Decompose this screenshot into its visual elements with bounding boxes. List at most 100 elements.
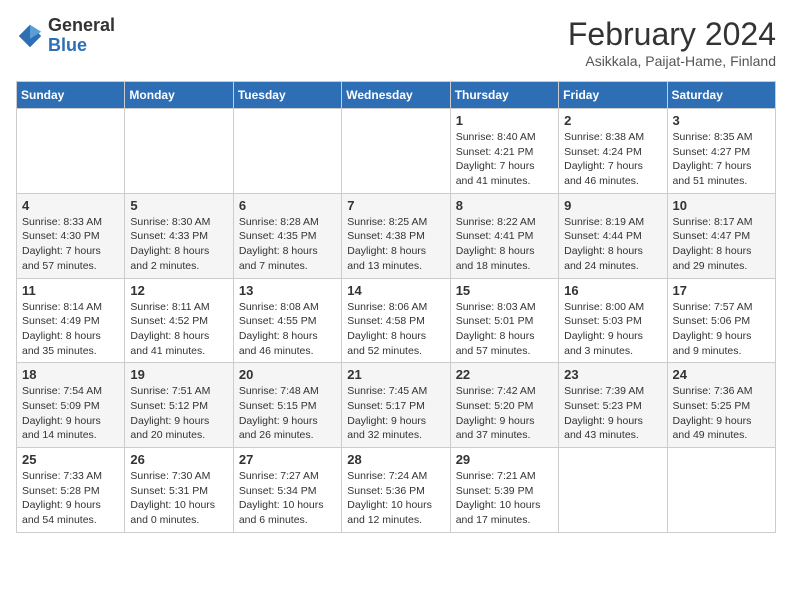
day-info: Sunrise: 7:42 AM Sunset: 5:20 PM Dayligh…	[456, 384, 553, 443]
day-info: Sunrise: 8:19 AM Sunset: 4:44 PM Dayligh…	[564, 215, 661, 274]
day-info: Sunrise: 8:11 AM Sunset: 4:52 PM Dayligh…	[130, 300, 227, 359]
calendar-cell: 4 Sunrise: 8:33 AM Sunset: 4:30 PM Daylig…	[17, 193, 125, 278]
calendar-cell: 25 Sunrise: 7:33 AM Sunset: 5:28 PM Dayli…	[17, 448, 125, 533]
calendar-cell: 17Sunrise: 7:57 AM Sunset: 5:06 PM Dayli…	[667, 278, 775, 363]
calendar-cell: 1Sunrise: 8:40 AM Sunset: 4:21 PM Daylig…	[450, 109, 558, 194]
day-number: 10	[673, 198, 770, 213]
calendar-cell: 12 Sunrise: 8:11 AM Sunset: 4:52 PM Dayli…	[125, 278, 233, 363]
day-info: Sunrise: 7:27 AM Sunset: 5:34 PM Dayligh…	[239, 469, 336, 528]
calendar-cell: 10 Sunrise: 8:17 AM Sunset: 4:47 PM Dayli…	[667, 193, 775, 278]
day-number: 15	[456, 283, 553, 298]
day-info: Sunrise: 8:33 AM Sunset: 4:30 PM Dayligh…	[22, 215, 119, 274]
day-number: 24	[673, 367, 770, 382]
calendar-cell	[667, 448, 775, 533]
calendar-cell: 8 Sunrise: 8:22 AM Sunset: 4:41 PM Daylig…	[450, 193, 558, 278]
calendar-week-row: 4 Sunrise: 8:33 AM Sunset: 4:30 PM Daylig…	[17, 193, 776, 278]
calendar-cell	[233, 109, 341, 194]
day-number: 11	[22, 283, 119, 298]
day-number: 28	[347, 452, 444, 467]
day-number: 29	[456, 452, 553, 467]
calendar-cell	[559, 448, 667, 533]
calendar-week-row: 11Sunrise: 8:14 AM Sunset: 4:49 PM Dayli…	[17, 278, 776, 363]
day-info: Sunrise: 8:25 AM Sunset: 4:38 PM Dayligh…	[347, 215, 444, 274]
calendar-week-row: 25 Sunrise: 7:33 AM Sunset: 5:28 PM Dayli…	[17, 448, 776, 533]
day-number: 5	[130, 198, 227, 213]
calendar-cell: 20Sunrise: 7:48 AM Sunset: 5:15 PM Dayli…	[233, 363, 341, 448]
calendar-week-row: 1Sunrise: 8:40 AM Sunset: 4:21 PM Daylig…	[17, 109, 776, 194]
calendar-cell: 21 Sunrise: 7:45 AM Sunset: 5:17 PM Dayli…	[342, 363, 450, 448]
day-info: Sunrise: 8:17 AM Sunset: 4:47 PM Dayligh…	[673, 215, 770, 274]
day-info: Sunrise: 7:24 AM Sunset: 5:36 PM Dayligh…	[347, 469, 444, 528]
logo-icon	[16, 22, 44, 50]
day-number: 7	[347, 198, 444, 213]
day-number: 3	[673, 113, 770, 128]
logo-general-text: General	[48, 16, 115, 36]
calendar-cell: 2 Sunrise: 8:38 AM Sunset: 4:24 PM Daylig…	[559, 109, 667, 194]
day-number: 6	[239, 198, 336, 213]
calendar-cell: 6 Sunrise: 8:28 AM Sunset: 4:35 PM Daylig…	[233, 193, 341, 278]
day-info: Sunrise: 7:33 AM Sunset: 5:28 PM Dayligh…	[22, 469, 119, 528]
month-title: February 2024	[568, 16, 776, 53]
day-number: 19	[130, 367, 227, 382]
title-block: February 2024 Asikkala, Paijat-Hame, Fin…	[568, 16, 776, 69]
day-info: Sunrise: 7:30 AM Sunset: 5:31 PM Dayligh…	[130, 469, 227, 528]
calendar-cell: 15 Sunrise: 8:03 AM Sunset: 5:01 PM Dayli…	[450, 278, 558, 363]
day-number: 21	[347, 367, 444, 382]
day-info: Sunrise: 7:45 AM Sunset: 5:17 PM Dayligh…	[347, 384, 444, 443]
day-number: 13	[239, 283, 336, 298]
day-info: Sunrise: 8:40 AM Sunset: 4:21 PM Dayligh…	[456, 130, 553, 189]
weekday-header: Friday	[559, 82, 667, 109]
calendar-cell: 29 Sunrise: 7:21 AM Sunset: 5:39 PM Dayli…	[450, 448, 558, 533]
day-info: Sunrise: 7:54 AM Sunset: 5:09 PM Dayligh…	[22, 384, 119, 443]
day-info: Sunrise: 8:00 AM Sunset: 5:03 PM Dayligh…	[564, 300, 661, 359]
day-number: 14	[347, 283, 444, 298]
calendar-cell	[17, 109, 125, 194]
weekday-header: Sunday	[17, 82, 125, 109]
day-info: Sunrise: 8:22 AM Sunset: 4:41 PM Dayligh…	[456, 215, 553, 274]
logo-blue-text: Blue	[48, 36, 115, 56]
day-info: Sunrise: 8:38 AM Sunset: 4:24 PM Dayligh…	[564, 130, 661, 189]
day-info: Sunrise: 8:03 AM Sunset: 5:01 PM Dayligh…	[456, 300, 553, 359]
day-number: 25	[22, 452, 119, 467]
location-subtitle: Asikkala, Paijat-Hame, Finland	[568, 53, 776, 69]
day-info: Sunrise: 7:21 AM Sunset: 5:39 PM Dayligh…	[456, 469, 553, 528]
day-number: 4	[22, 198, 119, 213]
day-info: Sunrise: 7:36 AM Sunset: 5:25 PM Dayligh…	[673, 384, 770, 443]
weekday-header: Wednesday	[342, 82, 450, 109]
day-info: Sunrise: 7:57 AM Sunset: 5:06 PM Dayligh…	[673, 300, 770, 359]
calendar-cell: 14 Sunrise: 8:06 AM Sunset: 4:58 PM Dayli…	[342, 278, 450, 363]
calendar-cell: 19 Sunrise: 7:51 AM Sunset: 5:12 PM Dayli…	[125, 363, 233, 448]
calendar-table: SundayMondayTuesdayWednesdayThursdayFrid…	[16, 81, 776, 533]
calendar-cell: 9Sunrise: 8:19 AM Sunset: 4:44 PM Daylig…	[559, 193, 667, 278]
day-info: Sunrise: 8:08 AM Sunset: 4:55 PM Dayligh…	[239, 300, 336, 359]
calendar-cell: 23Sunrise: 7:39 AM Sunset: 5:23 PM Dayli…	[559, 363, 667, 448]
day-info: Sunrise: 8:28 AM Sunset: 4:35 PM Dayligh…	[239, 215, 336, 274]
day-number: 20	[239, 367, 336, 382]
logo: General Blue	[16, 16, 115, 56]
calendar-cell: 16Sunrise: 8:00 AM Sunset: 5:03 PM Dayli…	[559, 278, 667, 363]
day-number: 26	[130, 452, 227, 467]
calendar-week-row: 18 Sunrise: 7:54 AM Sunset: 5:09 PM Dayli…	[17, 363, 776, 448]
day-number: 12	[130, 283, 227, 298]
calendar-header-row: SundayMondayTuesdayWednesdayThursdayFrid…	[17, 82, 776, 109]
day-info: Sunrise: 8:35 AM Sunset: 4:27 PM Dayligh…	[673, 130, 770, 189]
day-info: Sunrise: 8:06 AM Sunset: 4:58 PM Dayligh…	[347, 300, 444, 359]
day-number: 18	[22, 367, 119, 382]
day-info: Sunrise: 8:30 AM Sunset: 4:33 PM Dayligh…	[130, 215, 227, 274]
day-number: 22	[456, 367, 553, 382]
calendar-cell: 28 Sunrise: 7:24 AM Sunset: 5:36 PM Dayli…	[342, 448, 450, 533]
calendar-cell: 26 Sunrise: 7:30 AM Sunset: 5:31 PM Dayli…	[125, 448, 233, 533]
day-number: 2	[564, 113, 661, 128]
calendar-cell: 5 Sunrise: 8:30 AM Sunset: 4:33 PM Daylig…	[125, 193, 233, 278]
day-info: Sunrise: 7:51 AM Sunset: 5:12 PM Dayligh…	[130, 384, 227, 443]
calendar-cell	[342, 109, 450, 194]
weekday-header: Tuesday	[233, 82, 341, 109]
weekday-header: Monday	[125, 82, 233, 109]
weekday-header: Saturday	[667, 82, 775, 109]
calendar-cell: 24 Sunrise: 7:36 AM Sunset: 5:25 PM Dayli…	[667, 363, 775, 448]
day-number: 8	[456, 198, 553, 213]
calendar-cell: 22 Sunrise: 7:42 AM Sunset: 5:20 PM Dayli…	[450, 363, 558, 448]
day-info: Sunrise: 7:39 AM Sunset: 5:23 PM Dayligh…	[564, 384, 661, 443]
calendar-cell: 3 Sunrise: 8:35 AM Sunset: 4:27 PM Daylig…	[667, 109, 775, 194]
calendar-cell: 27Sunrise: 7:27 AM Sunset: 5:34 PM Dayli…	[233, 448, 341, 533]
